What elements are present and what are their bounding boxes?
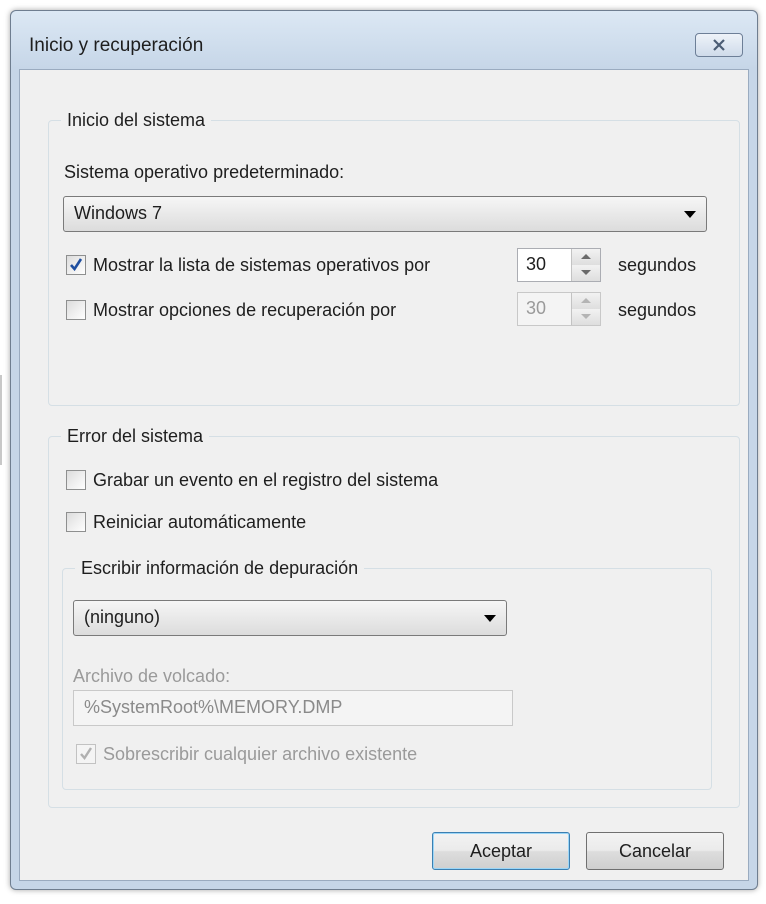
spin-down-arrow-icon: [581, 270, 591, 275]
spin-up-button[interactable]: [572, 293, 600, 310]
system-startup-group-label: Inicio del sistema: [61, 107, 212, 133]
spin-up-arrow-icon: [581, 254, 591, 259]
dropdown-arrow-icon: [484, 615, 496, 622]
window-title: Inicio y recuperación: [29, 35, 204, 56]
debug-info-type-dropdown[interactable]: (ninguno): [73, 600, 507, 636]
dropdown-arrow-icon: [684, 211, 696, 218]
write-event-label: Grabar un evento en el registro del sist…: [93, 470, 439, 490]
spin-up-button[interactable]: [572, 249, 600, 266]
spinner-buttons: [571, 293, 600, 325]
show-recovery-unit: segundos: [618, 300, 697, 320]
spin-down-button[interactable]: [572, 265, 600, 281]
show-recovery-seconds-value: 30: [526, 298, 547, 318]
ok-button[interactable]: Aceptar: [432, 832, 570, 870]
spin-down-button[interactable]: [572, 309, 600, 325]
spinner-buttons: [571, 249, 600, 281]
show-recovery-seconds-spinner[interactable]: 30: [517, 292, 601, 326]
dialog-client-area: Inicio del sistema Sistema operativo pre…: [19, 69, 749, 881]
system-failure-group-label: Error del sistema: [61, 423, 210, 449]
show-os-list-seconds-value: 30: [526, 254, 547, 274]
cancel-button[interactable]: Cancelar: [586, 832, 724, 870]
default-os-label: Sistema operativo predeterminado:: [64, 162, 345, 182]
show-os-list-label: Mostrar la lista de sistemas operativos …: [93, 255, 431, 275]
debug-info-group-label: Escribir información de depuración: [75, 555, 365, 581]
background-edge-line: [0, 375, 2, 465]
spin-down-arrow-icon: [581, 314, 591, 319]
spin-up-arrow-icon: [581, 298, 591, 303]
checkmark-icon: [70, 258, 83, 272]
overwrite-file-checkbox[interactable]: [76, 744, 96, 764]
show-os-list-checkbox[interactable]: [66, 255, 86, 275]
title-bar[interactable]: Inicio y recuperación: [11, 11, 757, 69]
show-recovery-options-checkbox[interactable]: [66, 300, 86, 320]
dump-file-label: Archivo de volcado:: [73, 666, 231, 686]
overwrite-file-label: Sobrescribir cualquier archivo existente: [103, 744, 418, 764]
dump-file-value: %SystemRoot%\MEMORY.DMP: [84, 697, 343, 717]
default-os-value: Windows 7: [74, 203, 163, 223]
show-os-list-unit: segundos: [618, 255, 697, 275]
close-button[interactable]: [695, 33, 743, 57]
auto-restart-label: Reiniciar automáticamente: [93, 512, 307, 532]
show-recovery-options-label: Mostrar opciones de recuperación por: [93, 300, 397, 320]
write-event-checkbox[interactable]: [66, 470, 86, 490]
checkmark-icon: [80, 747, 93, 760]
close-x-icon: [713, 39, 725, 51]
debug-info-type-value: (ninguno): [84, 607, 161, 627]
default-os-dropdown[interactable]: Windows 7: [63, 196, 707, 232]
dump-file-field[interactable]: %SystemRoot%\MEMORY.DMP: [73, 690, 513, 726]
auto-restart-checkbox[interactable]: [66, 512, 86, 532]
startup-recovery-dialog: Inicio y recuperación Inicio del sistema…: [10, 10, 758, 890]
show-os-list-seconds-spinner[interactable]: 30: [517, 248, 601, 282]
